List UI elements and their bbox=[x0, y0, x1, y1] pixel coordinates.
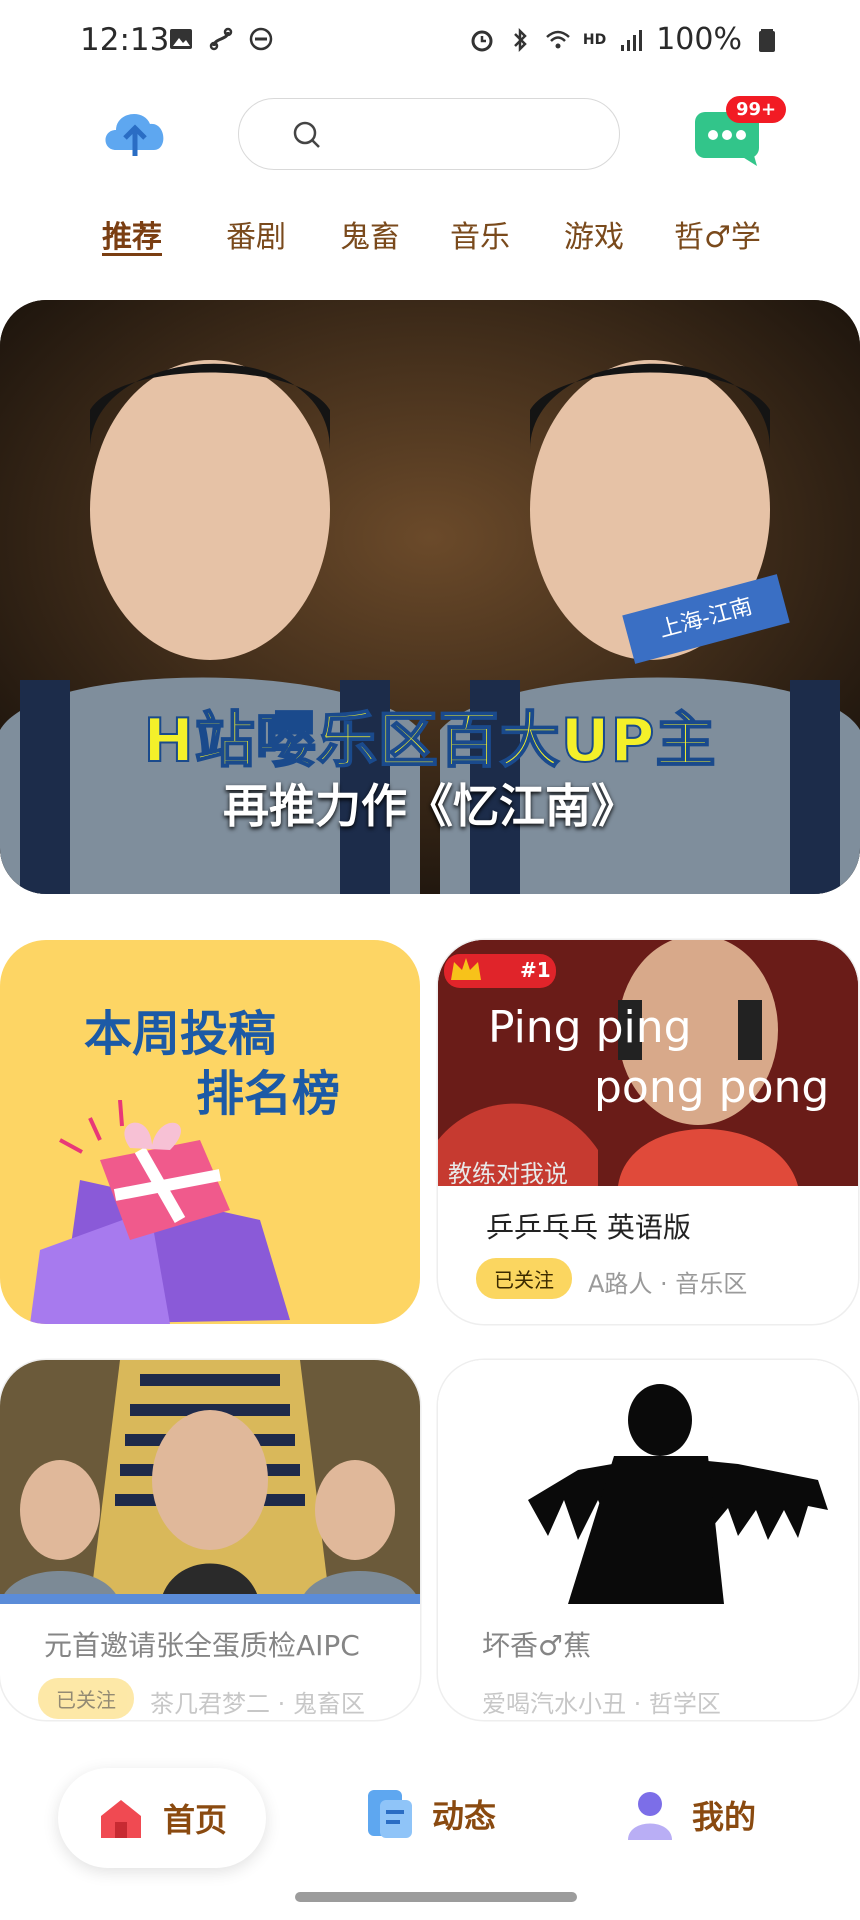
nav-profile[interactable]: 我的 bbox=[626, 1790, 756, 1840]
thumbnail-overlay-line1: Ping ping bbox=[488, 1002, 692, 1053]
message-badge: 99+ bbox=[726, 96, 787, 123]
status-time: 12:13 bbox=[80, 22, 170, 58]
nav-profile-label: 我的 bbox=[692, 1798, 757, 1836]
video-meta: 爱喝汽水小丑 · 哲学区 bbox=[482, 1690, 721, 1718]
category-tabs: 推荐 番剧 鬼畜 音乐 游戏 哲♂学 bbox=[0, 212, 860, 262]
tab-game[interactable]: 游戏 bbox=[564, 212, 624, 256]
tab-kichiku[interactable]: 鬼畜 bbox=[340, 212, 400, 256]
gift-box-icon bbox=[30, 1100, 290, 1324]
hero-subtitle: 再推力作《忆江南》 bbox=[223, 779, 637, 833]
nav-home[interactable]: 首页 bbox=[58, 1768, 266, 1868]
video-card[interactable]: 坏香♂蕉 爱喝汽水小丑 · 哲学区 bbox=[438, 1360, 858, 1720]
feed-icon bbox=[368, 1790, 412, 1838]
tab-philosophy[interactable]: 哲♂学 bbox=[674, 212, 761, 256]
video-thumbnail: #1 Ping ping pong pong 教练对我说 bbox=[438, 940, 858, 1186]
link-icon bbox=[209, 27, 233, 51]
video-title: 坏香♂蕉 bbox=[482, 1629, 592, 1662]
video-title: 元首邀请张全蛋质检AIPC bbox=[44, 1629, 360, 1662]
home-icon bbox=[100, 1800, 141, 1838]
video-thumbnail bbox=[0, 1360, 420, 1604]
dnd-icon bbox=[249, 27, 273, 51]
followed-badge: 已关注 bbox=[38, 1678, 134, 1719]
battery-percent: 100% bbox=[656, 22, 742, 57]
nav-feed-label: 动态 bbox=[432, 1797, 497, 1835]
followed-badge: 已关注 bbox=[476, 1258, 572, 1299]
alarm-icon bbox=[471, 30, 493, 51]
hero-banner[interactable]: 上海-江南 H站嘤乐区百大UP主 再推力作《忆江南》 bbox=[0, 300, 860, 894]
network-type-label: HD bbox=[582, 31, 607, 48]
video-card[interactable]: #1 Ping ping pong pong 教练对我说 乒乒乓乓 英语版 已关… bbox=[438, 940, 858, 1324]
profile-icon bbox=[628, 1792, 672, 1840]
nav-home-label: 首页 bbox=[162, 1801, 227, 1839]
bluetooth-icon bbox=[513, 27, 527, 52]
tab-anime[interactable]: 番剧 bbox=[226, 212, 286, 256]
rank-number: #1 bbox=[520, 958, 551, 982]
tab-recommend[interactable]: 推荐 bbox=[102, 212, 162, 256]
thumbnail-overlay-line2: pong pong bbox=[594, 1062, 830, 1113]
hero-title: H站嘤乐区百大UP主 bbox=[143, 705, 717, 777]
signal-icon bbox=[621, 29, 643, 51]
video-thumbnail bbox=[438, 1360, 858, 1604]
tab-music[interactable]: 音乐 bbox=[450, 212, 510, 256]
gesture-home-bar[interactable] bbox=[295, 1892, 577, 1902]
search-input[interactable] bbox=[238, 98, 620, 170]
thumbnail-caption: 教练对我说 bbox=[448, 1160, 568, 1186]
video-meta: A路人 · 音乐区 bbox=[588, 1270, 748, 1298]
status-left-icons bbox=[168, 26, 274, 52]
search-icon bbox=[293, 121, 320, 148]
status-right: HD 100% bbox=[469, 22, 780, 57]
weekly-rank-card[interactable]: 本周投稿 排名榜 bbox=[0, 940, 420, 1324]
status-bar: 12:13 HD 100% bbox=[0, 0, 860, 86]
crown-icon bbox=[451, 958, 481, 980]
nav-feed[interactable]: 动态 bbox=[366, 1788, 496, 1840]
gallery-icon bbox=[170, 29, 192, 49]
video-card[interactable]: 元首邀请张全蛋质检AIPC 已关注 茶几君梦二 · 鬼畜区 bbox=[0, 1360, 420, 1720]
video-title: 乒乒乓乓 英语版 bbox=[486, 1211, 691, 1244]
upload-icon[interactable] bbox=[100, 100, 170, 162]
video-meta: 茶几君梦二 · 鬼畜区 bbox=[150, 1690, 365, 1718]
battery-icon bbox=[759, 28, 775, 52]
wifi-icon bbox=[546, 30, 570, 48]
